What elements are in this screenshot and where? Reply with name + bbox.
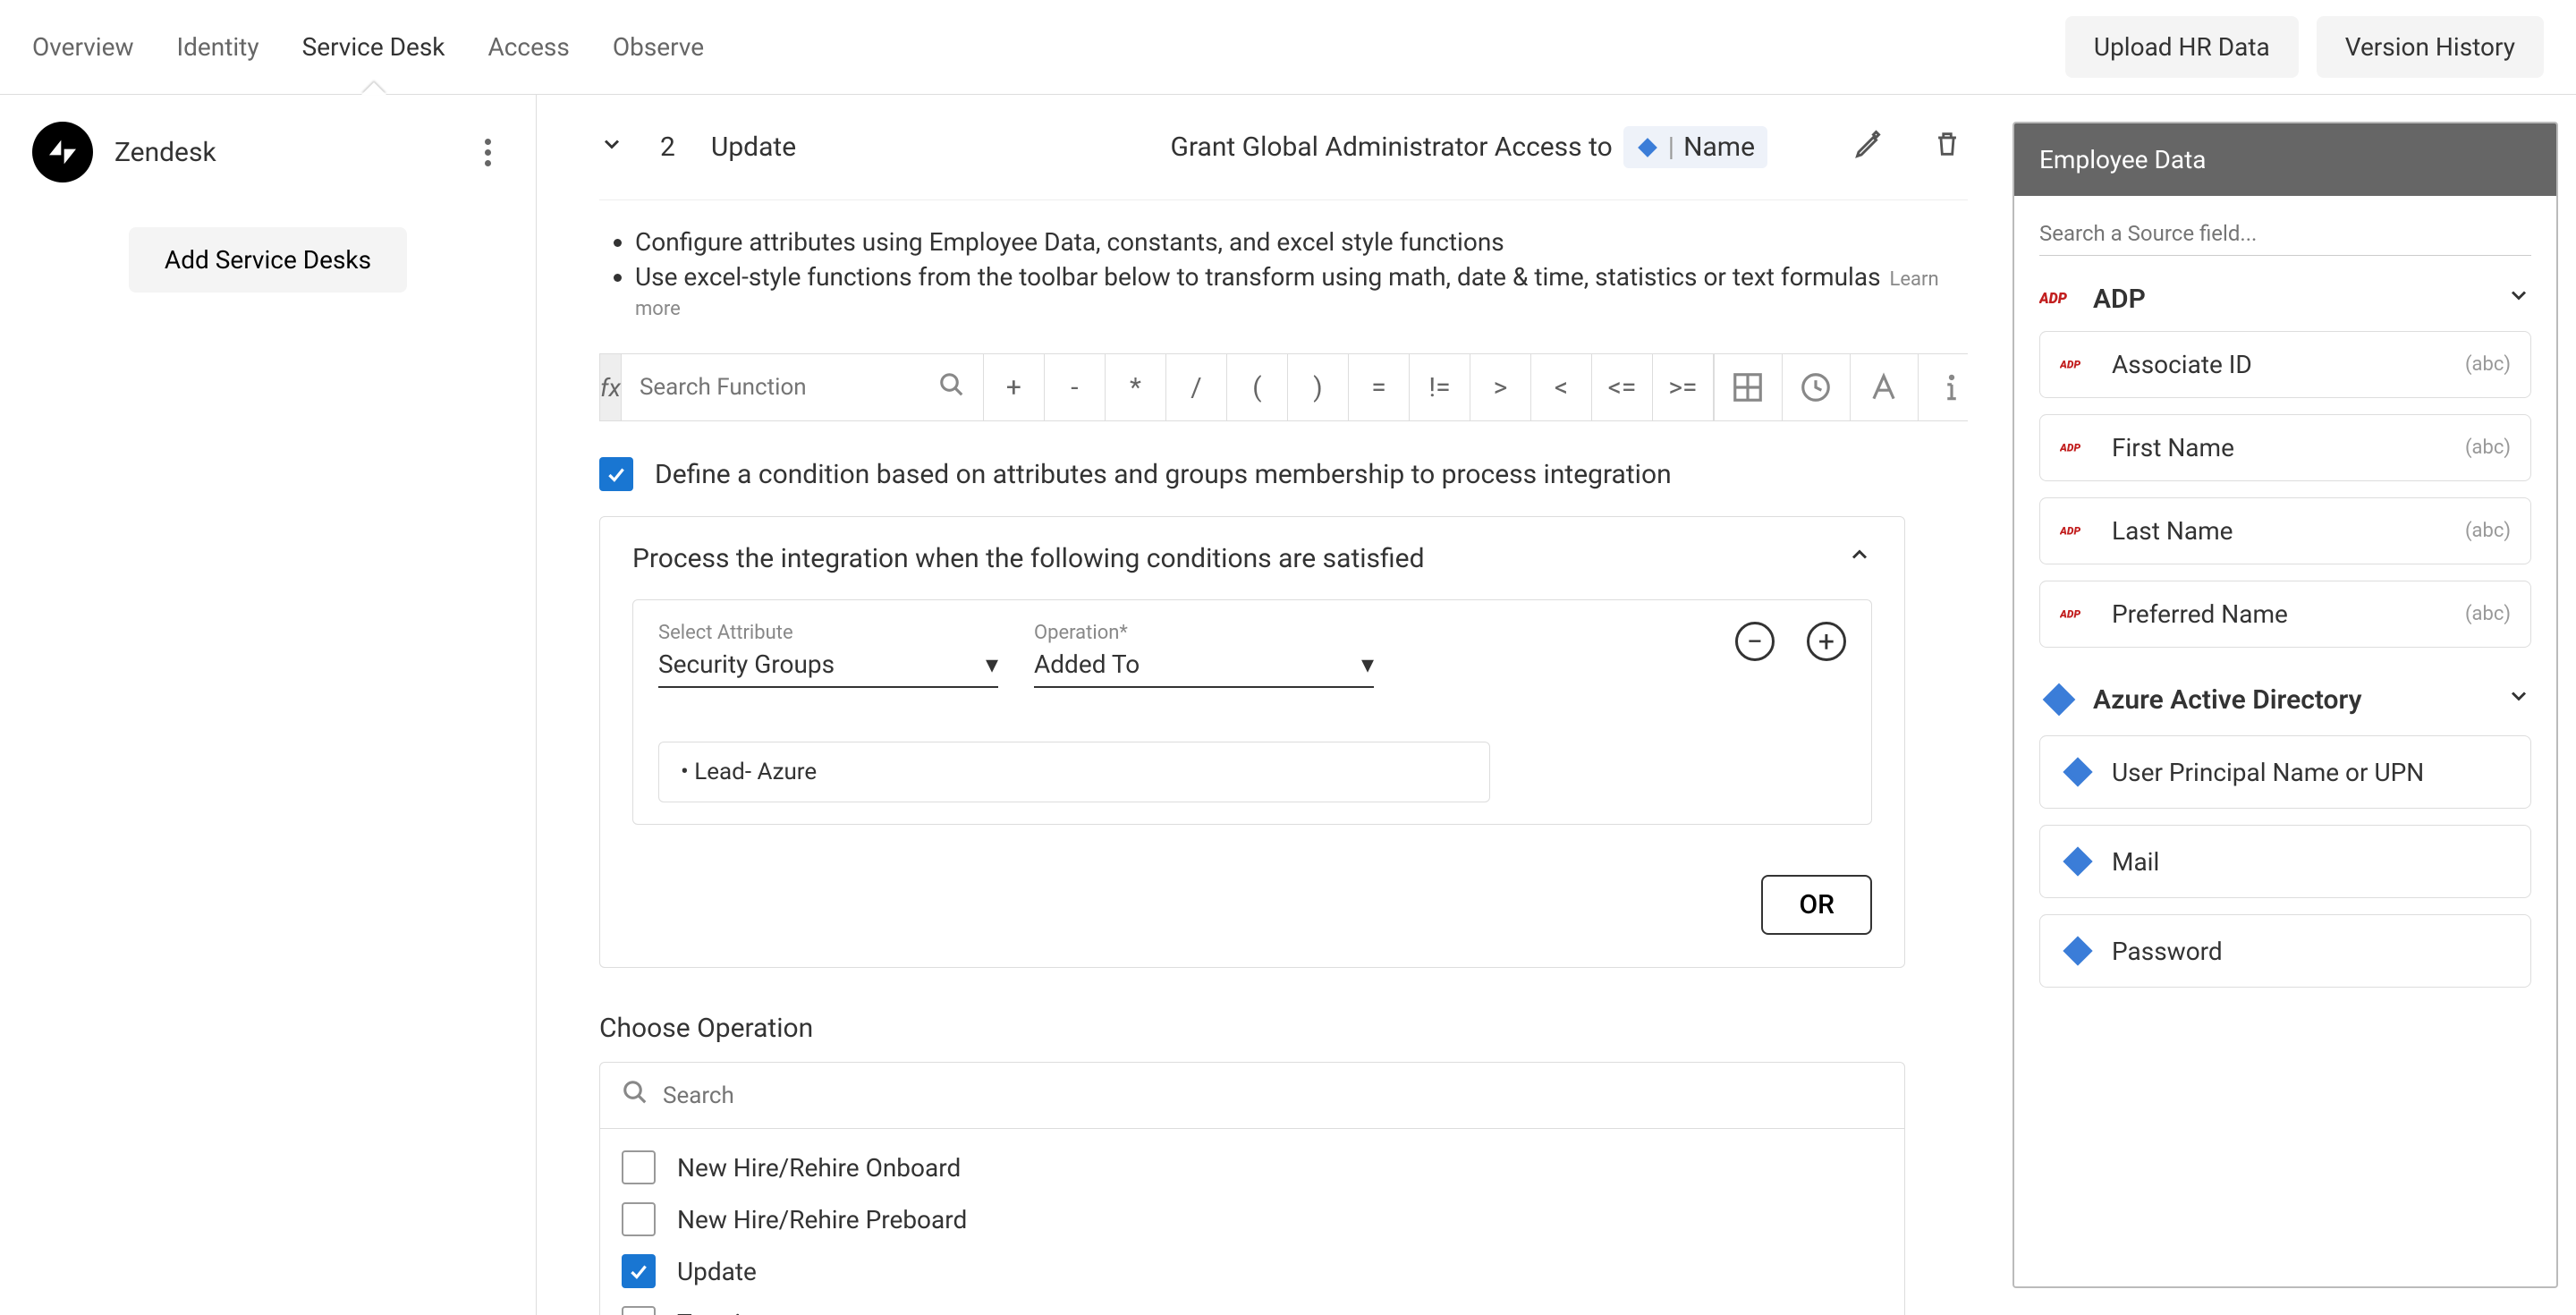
collapse-rule-icon[interactable] xyxy=(599,132,624,163)
op-div[interactable]: / xyxy=(1166,354,1227,420)
clock-icon[interactable] xyxy=(1783,354,1851,420)
nav-tab-overview[interactable]: Overview xyxy=(32,0,134,94)
section-azure-toggle[interactable] xyxy=(2506,683,2531,716)
op-label: New Hire/Rehire Onboard xyxy=(677,1153,961,1183)
employee-data-title: Employee Data xyxy=(2014,123,2556,196)
search-function-input[interactable] xyxy=(640,374,938,401)
bullet-1: Configure attributes using Employee Data… xyxy=(635,227,1968,257)
add-service-desks-button[interactable]: Add Service Desks xyxy=(129,227,407,293)
upload-hr-button[interactable]: Upload HR Data xyxy=(2065,16,2299,78)
op-checkbox-terminate[interactable] xyxy=(622,1306,656,1315)
op-mult[interactable]: * xyxy=(1106,354,1166,420)
op-checkbox-onboard[interactable] xyxy=(622,1150,656,1184)
op-neq[interactable]: != xyxy=(1410,354,1470,420)
svg-text:ADP: ADP xyxy=(2060,441,2080,454)
field-upn[interactable]: User Principal Name or UPN xyxy=(2039,735,2531,809)
font-icon[interactable] xyxy=(1851,354,1919,420)
search-icon[interactable] xyxy=(938,371,965,404)
svg-text:ADP: ADP xyxy=(2060,607,2080,620)
operation-search-input[interactable] xyxy=(663,1082,1883,1109)
remove-condition-button[interactable]: − xyxy=(1735,622,1775,661)
fx-label: fx xyxy=(599,353,622,421)
section-azure-label: Azure Active Directory xyxy=(2093,684,2362,716)
attr-field-label: Select Attribute xyxy=(658,622,998,644)
svg-text:ADP: ADP xyxy=(2060,358,2080,370)
chevron-down-icon: ▾ xyxy=(986,649,998,679)
svg-text:ADP: ADP xyxy=(2060,524,2080,537)
op-select[interactable]: Added To ▾ xyxy=(1034,649,1374,688)
choose-operation-title: Choose Operation xyxy=(599,1013,1968,1044)
edit-rule-icon[interactable] xyxy=(1848,123,1891,172)
nav-tab-service-desk[interactable]: Service Desk xyxy=(302,0,445,94)
section-adp-toggle[interactable] xyxy=(2506,283,2531,315)
info-icon[interactable] xyxy=(1919,354,1968,420)
op-rparen[interactable]: ) xyxy=(1288,354,1349,420)
op-lt[interactable]: < xyxy=(1531,354,1592,420)
field-password[interactable]: Password xyxy=(2039,914,2531,988)
version-history-button[interactable]: Version History xyxy=(2317,16,2544,78)
collapse-card-icon[interactable] xyxy=(1847,542,1872,574)
section-adp-label: ADP xyxy=(2093,284,2146,315)
nav-tab-observe[interactable]: Observe xyxy=(613,0,704,94)
delete-rule-icon[interactable] xyxy=(1927,122,1968,173)
or-button[interactable]: OR xyxy=(1761,875,1872,935)
rule-type: Update xyxy=(711,132,872,163)
op-label: New Hire/Rehire Preboard xyxy=(677,1205,967,1234)
op-field-label: Operation* xyxy=(1034,622,1374,644)
field-last-name[interactable]: ADP Last Name (abc) xyxy=(2039,497,2531,564)
op-plus[interactable]: + xyxy=(984,354,1045,420)
rule-source-badge[interactable]: |Name xyxy=(1623,126,1767,168)
search-icon xyxy=(622,1079,648,1112)
op-minus[interactable]: - xyxy=(1045,354,1106,420)
source-field-search-input[interactable] xyxy=(2039,221,2531,255)
zendesk-logo xyxy=(32,122,93,182)
field-first-name[interactable]: ADP First Name (abc) xyxy=(2039,414,2531,481)
field-associate-id[interactable]: ADP Associate ID (abc) xyxy=(2039,331,2531,398)
op-label: Update xyxy=(677,1257,757,1286)
field-preferred-name[interactable]: ADP Preferred Name (abc) xyxy=(2039,581,2531,648)
rule-number: 2 xyxy=(660,132,675,163)
adp-logo-icon: ADP xyxy=(2039,286,2079,311)
kebab-menu-icon[interactable] xyxy=(471,136,504,168)
add-condition-button[interactable]: + xyxy=(1807,622,1846,661)
op-eq[interactable]: = xyxy=(1349,354,1410,420)
define-condition-checkbox[interactable] xyxy=(599,457,633,491)
nav-tab-access[interactable]: Access xyxy=(488,0,570,94)
field-mail[interactable]: Mail xyxy=(2039,825,2531,898)
op-checkbox-preboard[interactable] xyxy=(622,1202,656,1236)
condition-card-title: Process the integration when the followi… xyxy=(632,543,1424,574)
table-icon[interactable] xyxy=(1715,354,1783,420)
op-lparen[interactable]: ( xyxy=(1227,354,1288,420)
op-gt[interactable]: > xyxy=(1470,354,1531,420)
chevron-down-icon: ▾ xyxy=(1361,649,1374,679)
attr-select[interactable]: Security Groups ▾ xyxy=(658,649,998,688)
app-name-label: Zendesk xyxy=(114,137,450,168)
svg-text:ADP: ADP xyxy=(2039,290,2068,307)
op-gte[interactable]: >= xyxy=(1653,354,1714,420)
op-label: Terminate xyxy=(677,1309,790,1315)
rule-desc-text: Grant Global Administrator Access to xyxy=(1171,132,1613,163)
azure-logo-icon xyxy=(2039,680,2079,719)
define-condition-label: Define a condition based on attributes a… xyxy=(655,459,1672,490)
bullet-2: Use excel-style functions from the toolb… xyxy=(635,262,1968,321)
op-lte[interactable]: <= xyxy=(1592,354,1653,420)
op-checkbox-update[interactable] xyxy=(622,1254,656,1288)
condition-value-input[interactable]: Lead- Azure xyxy=(658,742,1490,802)
nav-tab-identity[interactable]: Identity xyxy=(177,0,259,94)
